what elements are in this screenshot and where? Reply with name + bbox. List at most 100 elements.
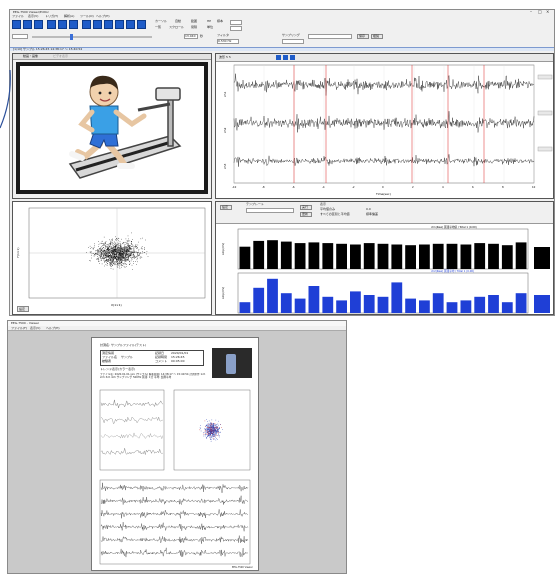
save-icon[interactable] — [23, 20, 32, 29]
hist-opt-zero[interactable]: 0.0 — [366, 208, 371, 211]
scatter-point — [100, 256, 101, 258]
scatter-point — [128, 259, 130, 261]
hist-setting-button[interactable]: 設定 — [220, 205, 232, 210]
scatter-point — [110, 262, 112, 264]
scatter-point — [128, 256, 129, 258]
ch1-range-button[interactable] — [537, 74, 553, 80]
waveform-tool-icon-2[interactable] — [283, 55, 288, 60]
scatter-point — [113, 263, 114, 264]
auto-checkbox[interactable]: 自動 — [175, 20, 181, 23]
report-menu-help[interactable]: ヘルプ(H) — [46, 327, 60, 330]
menu-file[interactable]: ファイル — [12, 15, 24, 18]
zoom-slider-thumb[interactable] — [70, 34, 73, 40]
scatter-point — [121, 248, 122, 250]
scatter-point — [122, 263, 124, 264]
scatter-point — [107, 261, 108, 262]
scatter-point — [114, 245, 116, 247]
stop-icon[interactable] — [137, 20, 146, 29]
trend-icon[interactable] — [69, 20, 78, 29]
open-icon[interactable] — [12, 20, 21, 29]
report-scatter-point — [199, 427, 201, 429]
range-checkbox[interactable]: 範囲 — [191, 20, 197, 23]
hist-opt-sd[interactable]: 標準偏差 — [366, 213, 378, 216]
hist-template-select[interactable] — [246, 208, 294, 213]
list-button[interactable]: 一覧 — [155, 26, 161, 29]
template-select[interactable] — [308, 34, 352, 39]
menu-tools[interactable]: ツール(O) — [80, 15, 94, 18]
scatter-point — [114, 248, 116, 249]
scatter-point — [147, 256, 149, 257]
time-field[interactable]: 13.040 — [184, 34, 198, 39]
print-icon[interactable] — [34, 20, 43, 29]
status-text: [1/10] サンプル 15:26:45 14:38:17 ～ 15:40:54 — [13, 47, 83, 51]
scatter-point — [89, 251, 91, 253]
hist-bar — [515, 242, 527, 269]
scatter-point — [99, 263, 100, 264]
last-icon[interactable] — [126, 20, 135, 29]
scatter-point — [124, 247, 126, 249]
first-icon[interactable] — [82, 20, 91, 29]
filter-field[interactable]: 0.530 Hz — [217, 39, 239, 44]
close-icon[interactable]: × — [546, 10, 549, 14]
hist-opt-all[interactable]: すべての区間と平均値 — [320, 213, 350, 216]
scatter-point — [132, 248, 134, 250]
menu-view[interactable]: 表示(V) — [28, 15, 38, 18]
scatter-point — [119, 247, 120, 248]
prev-icon[interactable] — [93, 20, 102, 29]
waveform-tool-icon-3[interactable] — [290, 55, 295, 60]
scatter-point — [132, 253, 134, 255]
save-button[interactable]: 保存 — [357, 34, 369, 39]
scatter-point — [130, 257, 132, 258]
interval-checkbox[interactable]: 間隔 — [191, 26, 197, 29]
cursor-checkbox[interactable]: カーソル — [155, 20, 167, 23]
scatter-point — [101, 253, 103, 255]
zoom-slider[interactable] — [32, 36, 152, 38]
marker-icon[interactable] — [47, 20, 56, 29]
scatter-point — [106, 259, 107, 261]
tab-video-view[interactable]: ビデオ表示 — [53, 55, 68, 58]
maximize-icon[interactable]: □ — [538, 10, 542, 14]
hist-exec-button[interactable]: 実行 — [300, 205, 312, 210]
report-scatter-point — [211, 422, 212, 424]
tab-video[interactable]: 動画・画像 — [23, 55, 38, 58]
scatter-point — [129, 251, 130, 252]
waveform-tool-icon-1[interactable] — [276, 55, 281, 60]
scatter-point — [112, 261, 113, 262]
unit-field[interactable] — [230, 26, 242, 31]
play-icon[interactable] — [104, 20, 113, 29]
scatter-point — [104, 248, 106, 249]
histogram-panel: 設定 テンプレート 実行 更新 表示 平均値のみ すべての区間と平均値 0.0 … — [215, 201, 554, 315]
scatter-point — [106, 253, 107, 254]
scatter-point — [110, 259, 111, 260]
hist-update-button[interactable]: 更新 — [300, 212, 312, 217]
report-scatter-point — [208, 428, 209, 429]
scroll-checkbox[interactable]: スクロール — [169, 26, 184, 29]
report-scatter-point — [216, 438, 217, 439]
scatter-point — [119, 256, 121, 257]
rate-field[interactable] — [282, 39, 304, 44]
next-icon[interactable] — [115, 20, 124, 29]
ch2-range-button[interactable] — [537, 110, 553, 116]
scatter-point — [129, 260, 130, 262]
report-menu-view[interactable]: 表示(V) — [30, 327, 40, 330]
scatter-point — [107, 253, 108, 255]
ch3-range-button[interactable] — [537, 146, 553, 152]
hp-field[interactable] — [230, 20, 242, 25]
menu-analysis[interactable]: 解析(A) — [64, 15, 74, 18]
scatter-point — [120, 246, 121, 247]
report-menu-file[interactable]: ファイル(F) — [11, 327, 27, 330]
scatter-point — [122, 247, 123, 248]
event-icon[interactable] — [58, 20, 67, 29]
menu-help[interactable]: ヘルプ(H) — [96, 15, 110, 18]
minimize-icon[interactable]: – — [530, 10, 532, 14]
hist-bar — [363, 295, 375, 313]
scatter-settings-button[interactable]: 設定 — [17, 306, 29, 312]
copy-button[interactable]: 複製 — [371, 34, 383, 39]
scatter-point — [140, 256, 142, 257]
hist-opt-mean[interactable]: 平均値のみ — [320, 208, 335, 211]
scatter-point — [133, 252, 134, 253]
scatter-point — [114, 262, 115, 264]
offset-field[interactable] — [12, 34, 28, 39]
menu-trigger[interactable]: トリガ(T) — [45, 15, 58, 18]
report-scatter-point — [218, 431, 219, 432]
